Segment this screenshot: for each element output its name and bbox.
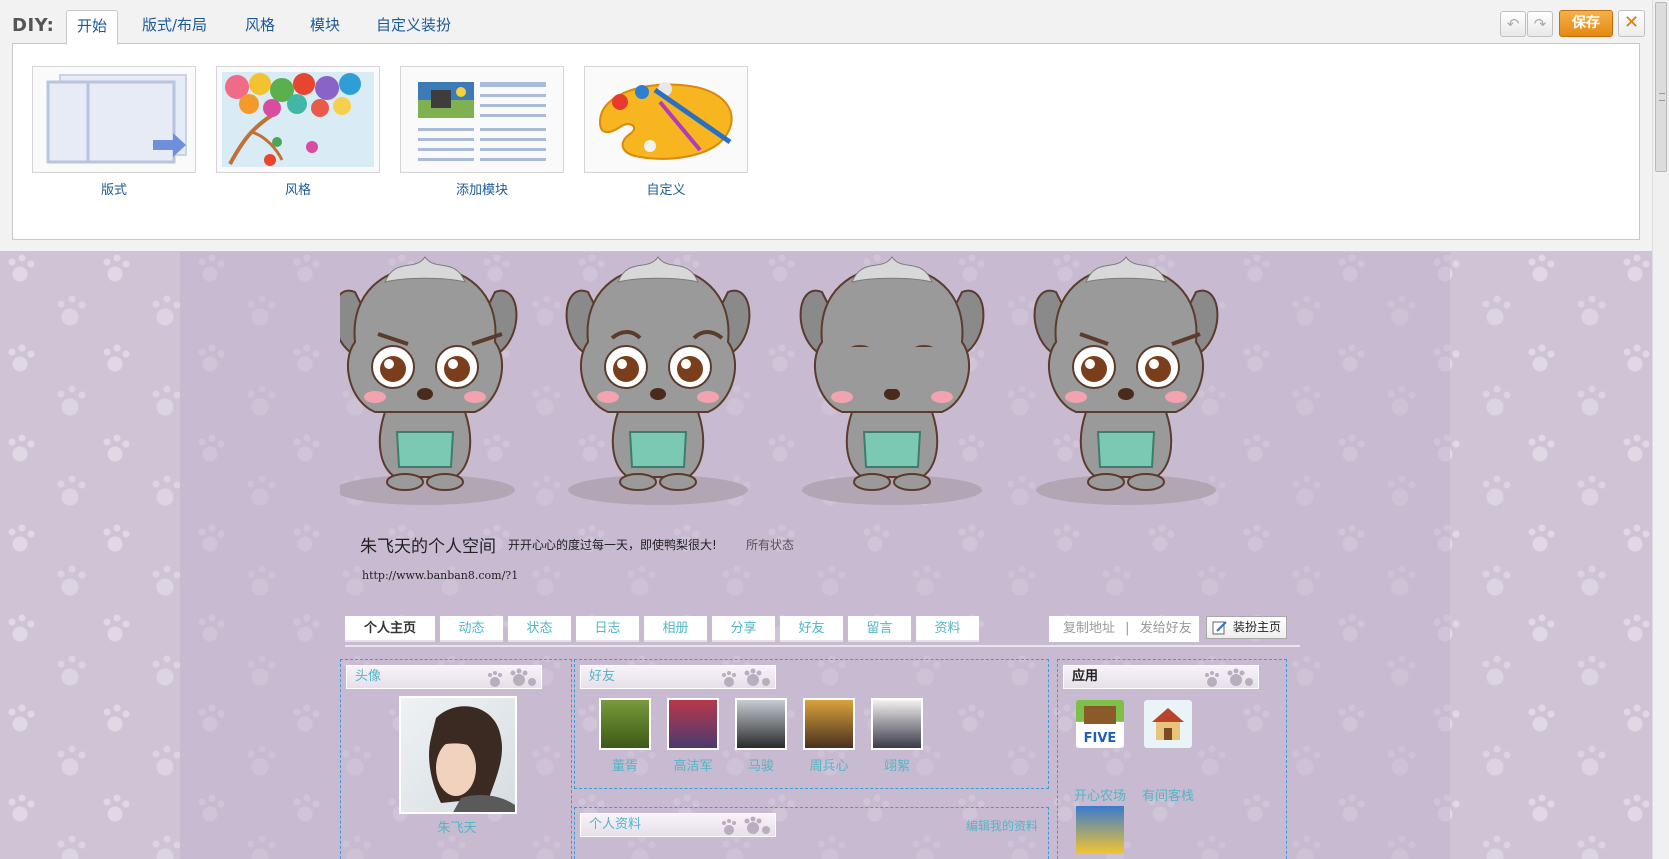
paw-prints-icon xyxy=(722,816,770,835)
space-title: 朱飞天的个人空间 xyxy=(360,537,496,557)
app-item[interactable]: 有间客栈 xyxy=(1138,700,1198,804)
paw-prints-icon xyxy=(722,668,770,687)
undo-button[interactable]: ↶ xyxy=(1500,11,1526,37)
add-module-icon xyxy=(400,66,564,173)
diy-item-custom[interactable]: 自定义 xyxy=(584,66,748,198)
diy-item-layout[interactable]: 版式 xyxy=(32,66,196,198)
profile-module[interactable]: 个人资料 编辑我的资料 xyxy=(574,807,1049,859)
friend-item[interactable]: 周兵心 xyxy=(801,698,857,774)
personal-space-page: 朱飞天的个人空间 开开心心的度过每一天，即使鸭梨很大! 所有状态 http://… xyxy=(0,252,1652,859)
inn-app-icon[interactable] xyxy=(1144,700,1192,748)
nav-feed[interactable]: 动态 xyxy=(440,616,503,642)
save-button[interactable]: 保存 xyxy=(1559,10,1613,37)
apps-module[interactable]: 应用 FIVE 开心农场 有间客栈 xyxy=(1057,659,1287,859)
friend-avatar[interactable] xyxy=(599,698,651,750)
nav-divider xyxy=(345,645,1300,647)
style-icon xyxy=(216,66,380,173)
nav-blog[interactable]: 日志 xyxy=(576,616,639,642)
layout-icon xyxy=(32,66,196,173)
diy-toolbar-panel: DIY: 开始 版式/布局 风格 模块 自定义装扮 ↶ ↷ 保存 ✕ 版式 风格… xyxy=(0,0,1652,252)
all-status-link[interactable]: 所有状态 xyxy=(746,536,794,553)
avatar-module[interactable]: 头像 朱飞天 xyxy=(340,659,572,859)
svg-text:FIVE: FIVE xyxy=(1084,731,1117,746)
nav-status[interactable]: 状态 xyxy=(508,616,571,642)
tab-custom-decoration[interactable]: 自定义装扮 xyxy=(366,10,461,44)
space-url[interactable]: http://www.banban8.com/?1 xyxy=(362,569,518,582)
friends-module-header: 好友 xyxy=(580,665,776,689)
friend-avatar[interactable] xyxy=(667,698,719,750)
diy-item-label: 自定义 xyxy=(646,183,686,198)
apps-module-title: 应用 xyxy=(1072,669,1099,684)
decorate-button-label: 装扮主页 xyxy=(1233,620,1282,634)
diy-item-label: 添加模块 xyxy=(455,183,508,198)
friend-name[interactable]: 高洁军 xyxy=(665,755,721,774)
space-banner-image xyxy=(332,252,1300,517)
friend-avatar[interactable] xyxy=(735,698,787,750)
friend-item[interactable]: 翊絮 xyxy=(869,698,925,774)
friend-name[interactable]: 董胥 xyxy=(597,755,653,774)
decorate-homepage-button[interactable]: 装扮主页 xyxy=(1206,616,1287,639)
tab-layout[interactable]: 版式/布局 xyxy=(132,10,217,44)
avatar-photo[interactable] xyxy=(399,696,517,814)
friend-item[interactable]: 高洁军 xyxy=(665,698,721,774)
app-name[interactable]: 有间客栈 xyxy=(1138,785,1198,804)
space-motto: 开开心心的度过每一天，即使鸭梨很大! xyxy=(508,538,717,552)
diy-item-style[interactable]: 风格 xyxy=(216,66,380,198)
profile-module-header: 个人资料 xyxy=(580,813,776,837)
friend-name[interactable]: 翊絮 xyxy=(869,755,925,774)
nav-friends[interactable]: 好友 xyxy=(780,616,843,642)
profile-module-title: 个人资料 xyxy=(589,817,642,832)
app-name[interactable]: 开心农场 xyxy=(1072,785,1128,804)
diy-tab-content: 版式 风格 添加模块 自定义 xyxy=(12,43,1640,240)
tab-style[interactable]: 风格 xyxy=(235,10,285,44)
share-links-box: 复制地址 | 发给好友 xyxy=(1049,616,1199,642)
share-separator: | xyxy=(1125,621,1130,636)
friend-name[interactable]: 周兵心 xyxy=(801,755,857,774)
diy-item-label: 风格 xyxy=(284,183,311,198)
nav-home[interactable]: 个人主页 xyxy=(345,616,435,642)
friend-avatar[interactable] xyxy=(871,698,923,750)
friends-module[interactable]: 好友 董胥 高洁军 马骏 周兵心 翊絮 xyxy=(574,659,1049,789)
paw-prints-icon xyxy=(488,668,536,687)
nav-guestbook[interactable]: 留言 xyxy=(848,616,911,642)
paw-prints-icon xyxy=(1205,668,1253,687)
redo-icon: ↷ xyxy=(1533,15,1547,33)
friend-item[interactable]: 董胥 xyxy=(597,698,653,774)
copy-address-link[interactable]: 复制地址 xyxy=(1063,621,1115,636)
avatar-module-header: 头像 xyxy=(346,665,542,689)
diy-label: DIY: xyxy=(12,15,55,36)
vertical-scrollbar[interactable] xyxy=(1652,0,1669,859)
nav-album[interactable]: 相册 xyxy=(644,616,707,642)
diy-item-label: 版式 xyxy=(100,183,127,198)
app-item[interactable]: FIVE 开心农场 xyxy=(1072,700,1128,804)
edit-pencil-icon xyxy=(1212,621,1227,635)
friend-name[interactable]: 马骏 xyxy=(733,755,789,774)
avatar-name[interactable]: 朱飞天 xyxy=(341,817,573,836)
avatar-module-title: 头像 xyxy=(355,669,382,684)
nav-profile[interactable]: 资料 xyxy=(916,616,979,642)
tab-start[interactable]: 开始 xyxy=(66,10,119,45)
close-icon: ✕ xyxy=(1623,12,1640,33)
apps-module-header: 应用 xyxy=(1063,665,1259,689)
friends-module-title: 好友 xyxy=(589,669,616,684)
edit-profile-link[interactable]: 编辑我的资料 xyxy=(966,817,1038,834)
diy-item-add-module[interactable]: 添加模块 xyxy=(400,66,564,198)
close-button[interactable]: ✕ xyxy=(1618,10,1645,37)
tab-modules[interactable]: 模块 xyxy=(300,10,350,44)
palette-icon xyxy=(584,66,748,173)
send-to-friend-link[interactable]: 发给好友 xyxy=(1140,621,1192,636)
extra-app-icon[interactable] xyxy=(1076,806,1124,854)
friend-item[interactable]: 马骏 xyxy=(733,698,789,774)
friend-avatar[interactable] xyxy=(803,698,855,750)
happy-farm-app-icon[interactable]: FIVE xyxy=(1076,700,1124,748)
nav-share[interactable]: 分享 xyxy=(712,616,775,642)
redo-button[interactable]: ↷ xyxy=(1527,11,1553,37)
scrollbar-thumb[interactable] xyxy=(1655,2,1667,172)
undo-icon: ↶ xyxy=(1506,15,1520,33)
